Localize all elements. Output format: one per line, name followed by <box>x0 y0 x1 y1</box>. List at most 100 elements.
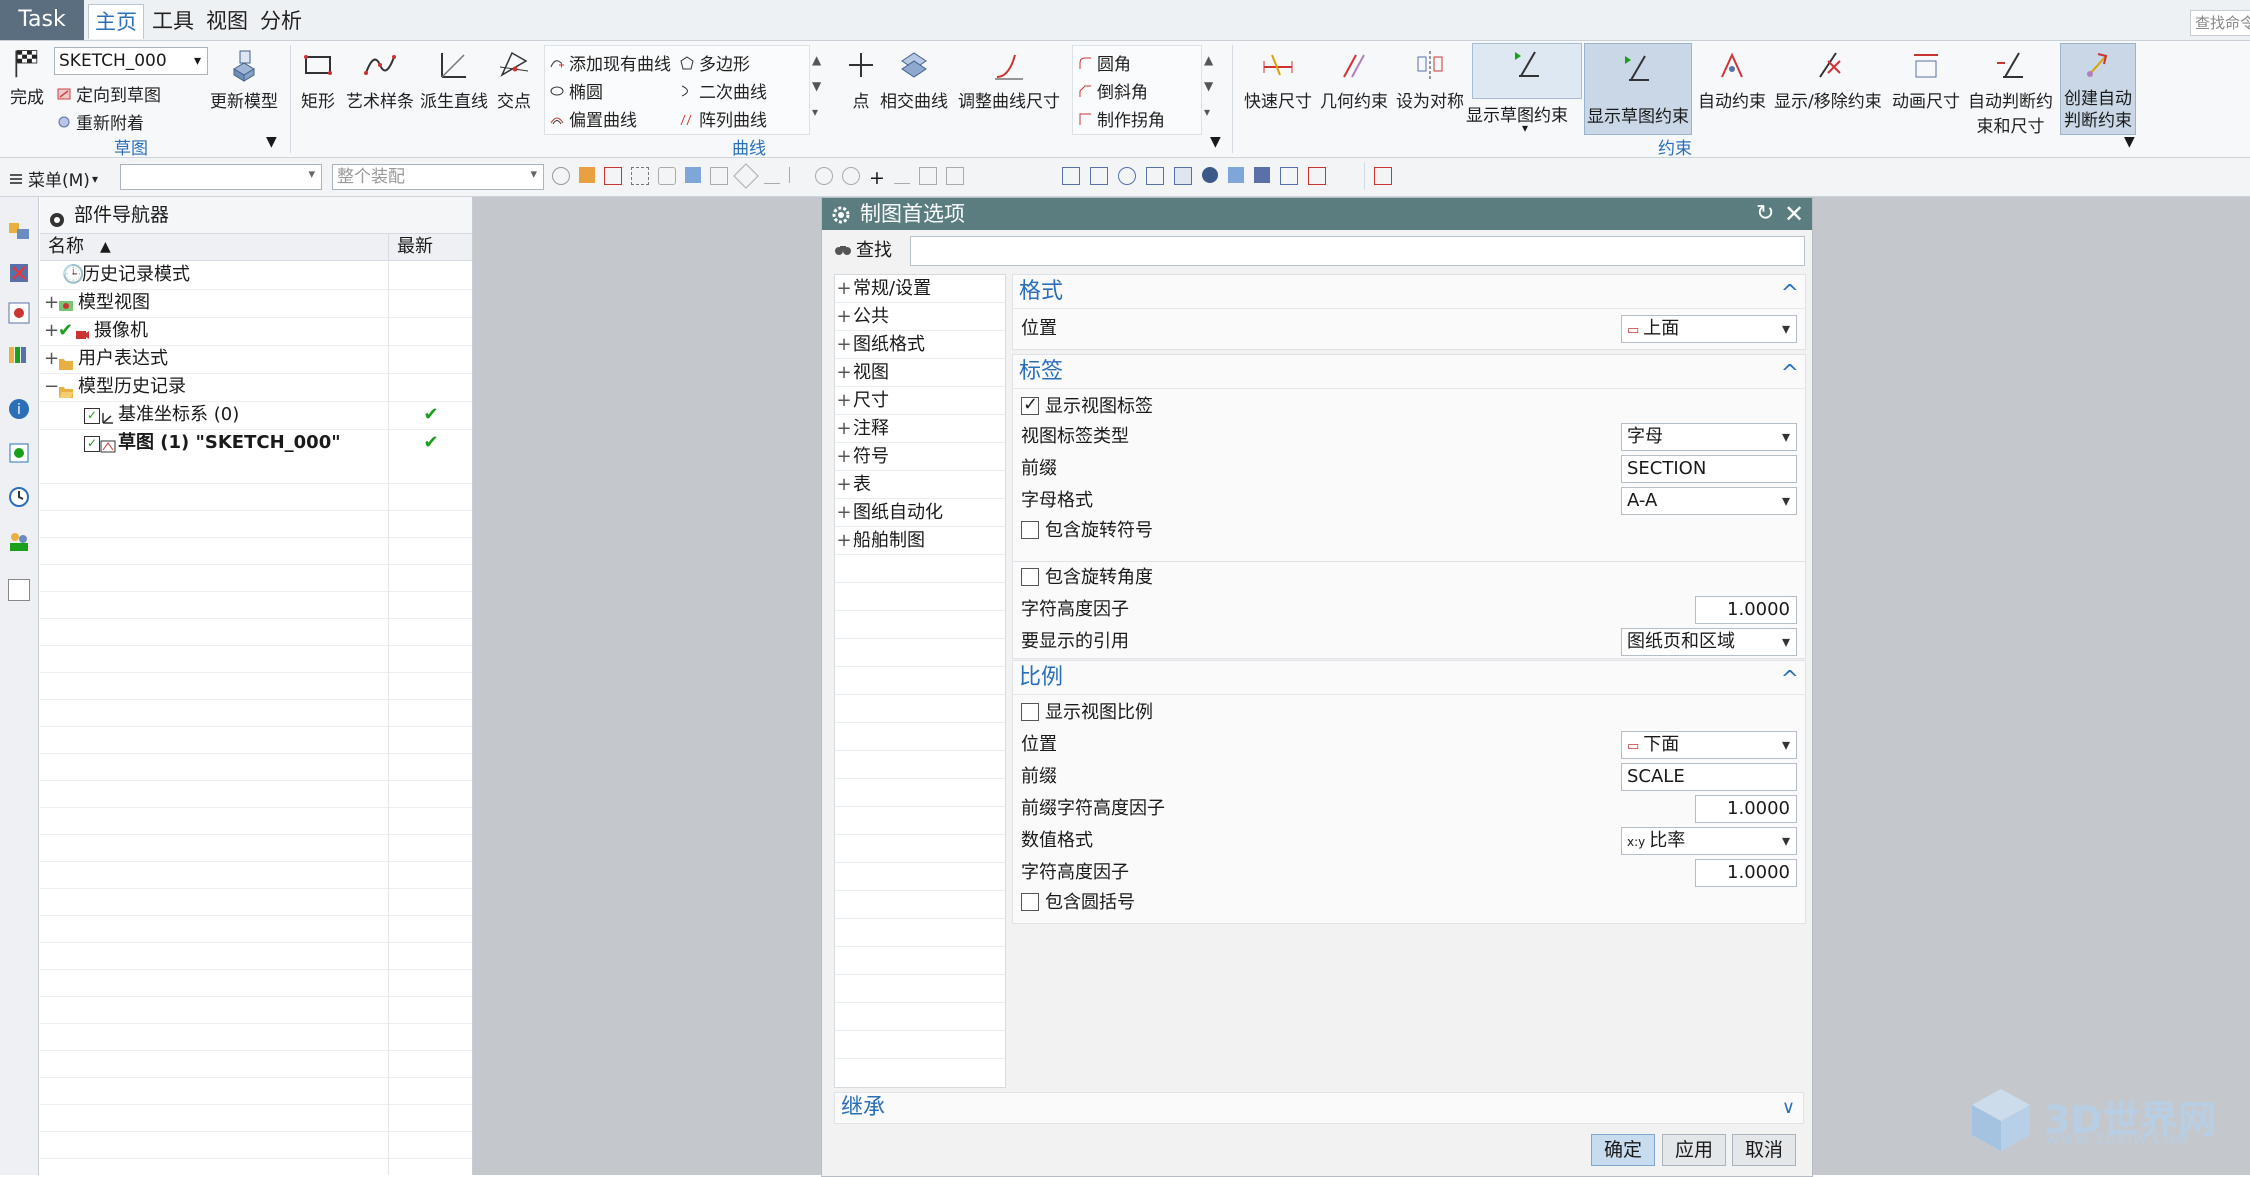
scale-prefix-input[interactable]: SCALE <box>1621 763 1797 791</box>
include-rotation-symbol-checkbox[interactable] <box>1021 521 1039 539</box>
make-corner-button[interactable]: 制作拐角 <box>1077 106 1165 131</box>
nav-row-cameras[interactable]: + ✔ 摄像机 <box>40 317 472 346</box>
create-inferred-constraints-button[interactable]: 创建自动 判断约束 <box>2060 43 2136 135</box>
tree-item-drawing-automation[interactable]: +图纸自动化 <box>835 499 1005 527</box>
tab-task[interactable]: Task <box>0 0 84 40</box>
fillet-button[interactable]: 圆角 <box>1077 50 1131 75</box>
reuse-library-icon[interactable] <box>7 343 31 367</box>
curve-group-expand-icon[interactable]: ▼ <box>1210 134 1221 150</box>
tab-view[interactable]: 视图 <box>200 4 254 38</box>
nav-row-model-views[interactable]: + 模型视图 <box>40 289 472 318</box>
collapse-up-icon[interactable]: ^ <box>1781 663 1799 697</box>
quadrant-icon[interactable] <box>919 167 937 185</box>
feature-icon[interactable] <box>710 167 728 185</box>
sketch-group-expand-icon[interactable]: ▼ <box>266 134 277 150</box>
expand-plus-icon[interactable]: + <box>44 317 59 345</box>
show-sketch-constraints-button-1[interactable] <box>1472 43 1582 99</box>
conic-button[interactable]: 二次曲线 <box>679 78 767 103</box>
rectangle-button[interactable]: 矩形 <box>300 47 336 112</box>
animate-dimension-button[interactable]: 动画尺寸 <box>1892 47 1960 112</box>
midpoint-icon[interactable] <box>894 167 910 184</box>
assembly-navigator-icon[interactable] <box>7 219 31 243</box>
ellipse-button[interactable]: 椭圆 <box>549 78 603 103</box>
nav-row-history-mode[interactable]: 🕒 历史记录模式 <box>40 261 472 290</box>
show-view-label-checkbox[interactable] <box>1021 394 1039 415</box>
existing-point-icon[interactable] <box>946 167 964 185</box>
label-section-header[interactable]: 标签 ^ <box>1013 355 1805 389</box>
tab-tools[interactable]: 工具 <box>146 4 200 38</box>
render-style-icon[interactable] <box>1202 167 1218 183</box>
adjust-curve-size-button[interactable]: 调整曲线尺寸 <box>958 47 1060 112</box>
expand-plus-icon[interactable]: + <box>44 289 59 317</box>
layer-icon[interactable] <box>1254 167 1270 183</box>
cancel-button[interactable]: 取消 <box>1732 1134 1796 1166</box>
scale-char-height-input[interactable]: 1.0000 <box>1695 859 1797 887</box>
make-symmetric-button[interactable]: 设为对称 <box>1396 47 1464 112</box>
history-icon[interactable] <box>7 485 31 509</box>
tree-item-general[interactable]: +常规/设置 <box>835 275 1005 303</box>
tree-item-dimension[interactable]: +尺寸 <box>835 387 1005 415</box>
label-prefix-input[interactable]: SECTION <box>1621 455 1797 483</box>
column-latest-header[interactable]: 最新 <box>388 234 472 260</box>
column-name-header[interactable]: 名称 <box>48 234 84 260</box>
web-browser-icon[interactable] <box>7 441 31 465</box>
intersection-curve-button[interactable]: 相交曲线 <box>880 47 948 112</box>
checkbox-checked-icon[interactable]: ✓ <box>84 408 100 424</box>
tree-item-view[interactable]: +视图 <box>835 359 1005 387</box>
ruler-icon[interactable] <box>1374 167 1392 185</box>
constraints-group-expand-icon[interactable]: ▼ <box>2124 134 2135 150</box>
chamfer-button[interactable]: 倒斜角 <box>1077 78 1148 103</box>
measure-icon[interactable] <box>1308 167 1326 185</box>
pattern-curve-button[interactable]: 阵列曲线 <box>679 106 767 131</box>
collapse-up-icon[interactable]: ^ <box>1781 357 1799 391</box>
point-snap-icon[interactable] <box>815 167 833 185</box>
expand-plus-icon[interactable]: + <box>835 359 853 386</box>
show-sketch-constraints-button-2[interactable]: 显示草图约束 <box>1584 43 1692 135</box>
expand-plus-icon[interactable]: + <box>835 275 853 302</box>
nav-row-sketch[interactable]: ✓ 草图 (1) "SKETCH_000" ✔ <box>40 429 472 458</box>
diamond-icon[interactable] <box>733 163 759 189</box>
edge-icon[interactable] <box>789 167 806 183</box>
scale-position-select[interactable]: ▭ 下面 <box>1621 731 1797 759</box>
format-section-header[interactable]: 格式 ^ <box>1013 275 1805 309</box>
collapse-minus-icon[interactable]: − <box>44 373 59 401</box>
filter-icon[interactable] <box>579 167 595 183</box>
reset-icon[interactable]: ↻ <box>1756 198 1774 230</box>
dialog-title-bar[interactable]: 制图首选项 ↻ ✕ <box>822 198 1812 230</box>
format-position-select[interactable]: ▭ 上面 <box>1621 315 1797 343</box>
nav-row-model-history[interactable]: − 模型历史记录 <box>40 373 472 402</box>
sketch-name-select[interactable]: SKETCH_000 ▾ <box>54 47 208 75</box>
nav-row-datum-csys[interactable]: ✓ 基准坐标系 (0) ✔ <box>40 401 472 430</box>
edit-curve-gallery-scroll[interactable]: ▲ ▼ ▾ <box>1204 47 1213 125</box>
derived-lines-button[interactable]: 派生直线 <box>420 47 488 112</box>
lasso-icon[interactable] <box>631 167 649 185</box>
line-icon[interactable] <box>764 167 780 184</box>
scale-section-header[interactable]: 比例 ^ <box>1013 661 1805 695</box>
show-view-scale-checkbox[interactable] <box>1021 703 1039 721</box>
include-parentheses-checkbox[interactable] <box>1021 893 1039 911</box>
hd3d-tools-icon[interactable]: i <box>7 397 31 421</box>
cube-view-icon[interactable] <box>1228 167 1244 183</box>
expand-plus-icon[interactable]: + <box>835 415 853 442</box>
select-box-icon[interactable] <box>604 167 622 185</box>
reattach-button[interactable]: 重新附着 <box>56 109 144 134</box>
rapid-dimension-button[interactable]: 快速尺寸 <box>1244 47 1312 112</box>
letter-format-select[interactable]: A-A <box>1621 487 1797 515</box>
fit-view-icon[interactable] <box>1062 167 1080 185</box>
expand-down-icon[interactable]: ∨ <box>1782 1093 1795 1123</box>
system-scene-icon[interactable] <box>8 579 30 601</box>
geometric-constraints-button[interactable]: 几何约束 <box>1320 47 1388 112</box>
collapse-up-icon[interactable]: ^ <box>1781 277 1799 311</box>
finish-sketch-button[interactable]: 完成 <box>10 47 44 108</box>
center-snap-icon[interactable] <box>842 167 860 185</box>
expand-plus-icon[interactable]: + <box>835 303 853 330</box>
curve-gallery-scroll[interactable]: ▲ ▼ ▾ <box>812 47 821 125</box>
expand-plus-icon[interactable]: + <box>835 471 853 498</box>
pan-icon[interactable] <box>1146 167 1164 185</box>
expand-plus-icon[interactable]: + <box>835 527 853 554</box>
point-button[interactable]: 点 <box>843 47 879 112</box>
update-model-button[interactable]: 更新模型 <box>210 47 278 112</box>
auto-constrain-button[interactable]: 自动约束 <box>1698 47 1766 112</box>
roles-icon[interactable] <box>7 529 31 553</box>
orient-icon[interactable] <box>1174 167 1192 185</box>
